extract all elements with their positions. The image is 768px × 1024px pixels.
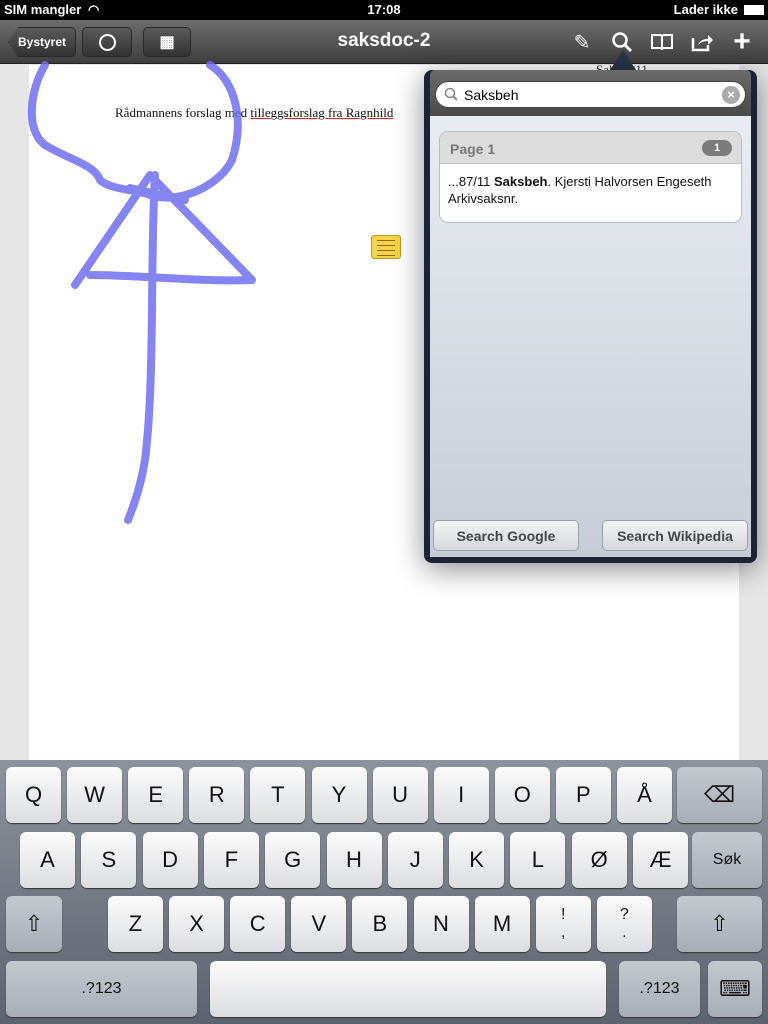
result-group[interactable]: Page 1 1 ...87/11 Saksbeh. Kjersti Halvo… xyxy=(439,131,742,223)
snippet-prefix: ...87/11 xyxy=(448,174,495,189)
clock-icon xyxy=(98,33,116,51)
key-å[interactable]: Å xyxy=(617,767,672,823)
backspace-icon: ⌫ xyxy=(703,782,736,807)
key-d[interactable]: D xyxy=(142,832,198,888)
key-e[interactable]: E xyxy=(128,767,184,823)
battery-icon xyxy=(744,5,764,15)
result-count-badge: 1 xyxy=(702,140,732,156)
key-æ[interactable]: Æ xyxy=(633,832,688,888)
key-o[interactable]: O xyxy=(494,767,550,823)
popover-arrow xyxy=(610,50,636,70)
search-wikipedia-button[interactable]: Search Wikipedia xyxy=(602,520,748,551)
result-group-title: Page 1 xyxy=(440,132,741,164)
key-q[interactable]: Q xyxy=(6,767,61,823)
key-w[interactable]: W xyxy=(67,767,123,823)
shift-key-right[interactable]: ⇧ xyxy=(677,896,762,952)
key-a[interactable]: A xyxy=(20,832,75,888)
status-bar: SIM mangler ◠ 17:08 Lader ikke xyxy=(0,0,768,20)
numbers-key-left[interactable]: .?123 xyxy=(6,961,197,1017)
magnifier-icon xyxy=(444,82,458,116)
key-r[interactable]: R xyxy=(189,767,245,823)
numbers-key-right[interactable]: .?123 xyxy=(619,961,700,1017)
shift-icon: ⇧ xyxy=(710,911,729,936)
key-4[interactable]: B xyxy=(352,896,408,952)
clock: 17:08 xyxy=(367,2,401,17)
key-3[interactable]: V xyxy=(291,896,347,952)
clear-icon[interactable]: × xyxy=(722,86,740,104)
key-p[interactable]: P xyxy=(555,767,611,823)
key-f[interactable]: F xyxy=(203,832,259,888)
shift-key-left[interactable]: ⇧ xyxy=(6,896,62,952)
search-bar: Saksbeh × xyxy=(430,70,751,116)
key-k[interactable]: K xyxy=(449,832,505,888)
plus-icon[interactable]: + xyxy=(728,25,756,58)
search-input[interactable]: Saksbeh × xyxy=(435,81,746,108)
key-u[interactable]: U xyxy=(372,767,428,823)
key-i[interactable]: I xyxy=(433,767,489,823)
underlined-text: tilleggsforslag fra Ragnhild xyxy=(250,105,394,120)
clock-button[interactable] xyxy=(82,27,132,57)
space-key[interactable] xyxy=(210,961,606,1017)
search-google-button[interactable]: Search Google xyxy=(433,520,579,551)
key-y[interactable]: Y xyxy=(311,767,367,823)
document-text: Rådmannens forslag med tilleggsforslag f… xyxy=(115,105,393,121)
back-button[interactable]: Bystyret xyxy=(8,27,76,57)
search-key[interactable]: Søk xyxy=(692,832,762,888)
key-s[interactable]: S xyxy=(81,832,137,888)
text-run: Rådmannens forslag med xyxy=(115,105,251,120)
toolbar: Bystyret ▦ saksdoc-2 ✎ + xyxy=(0,20,768,64)
key-1[interactable]: X xyxy=(169,896,225,952)
key-t[interactable]: T xyxy=(250,767,306,823)
key-2[interactable]: C xyxy=(230,896,286,952)
shift-icon: ⇧ xyxy=(24,911,44,936)
key-0[interactable]: Z xyxy=(108,896,163,952)
snippet-match: Saksbeh xyxy=(494,174,548,189)
backspace-key[interactable]: ⌫ xyxy=(677,767,762,823)
key-j[interactable]: J xyxy=(387,832,443,888)
grid-icon: ▦ xyxy=(159,34,175,51)
key-8[interactable]: ? . xyxy=(596,896,652,952)
pencil-icon[interactable]: ✎ xyxy=(568,28,596,56)
result-snippet[interactable]: ...87/11 Saksbeh. Kjersti Halvorsen Enge… xyxy=(440,164,741,216)
note-icon[interactable] xyxy=(371,235,401,259)
keyboard-icon: ⌨ xyxy=(719,976,751,1001)
key-h[interactable]: H xyxy=(326,832,382,888)
key-7[interactable]: ! , xyxy=(535,896,591,952)
key-g[interactable]: G xyxy=(265,832,321,888)
search-query: Saksbeh xyxy=(464,87,519,103)
charging-status: Lader ikke xyxy=(673,2,738,17)
keyboard: Q W E R T Y U I O P Å ⌫ A S D F G H J K L Ø Æ Søk ⇧ Z X C V B N M! ,? .… xyxy=(0,760,768,1024)
key-6[interactable]: M xyxy=(474,896,530,952)
book-icon[interactable] xyxy=(648,28,676,56)
search-results: Page 1 1 ...87/11 Saksbeh. Kjersti Halvo… xyxy=(430,116,751,557)
hide-keyboard-key[interactable]: ⌨ xyxy=(708,961,762,1017)
grid-button[interactable]: ▦ xyxy=(143,27,191,57)
key-5[interactable]: N xyxy=(413,896,469,952)
key-ø[interactable]: Ø xyxy=(571,832,627,888)
search-popover: Saksbeh × Page 1 1 ...87/11 Saksbeh. Kje… xyxy=(424,70,757,563)
key-l[interactable]: L xyxy=(510,832,566,888)
share-icon[interactable] xyxy=(688,28,716,56)
